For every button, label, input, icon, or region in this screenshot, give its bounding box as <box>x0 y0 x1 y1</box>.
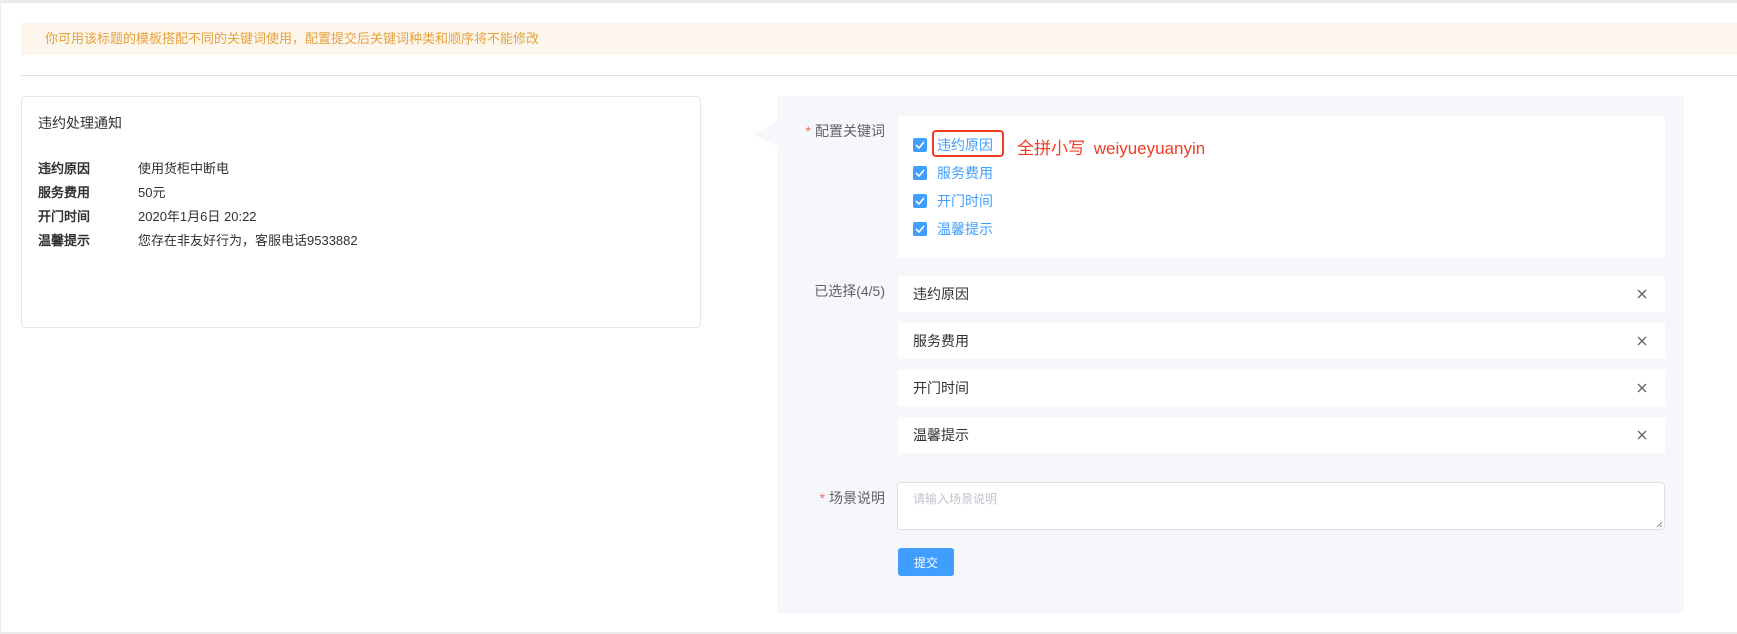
keywords-label-text: 配置关键词 <box>815 123 885 139</box>
checkbox-checked[interactable] <box>913 194 927 208</box>
preview-row-key: 开门时间 <box>38 209 91 224</box>
selected-keyword-label: 违约原因 <box>913 286 969 302</box>
selected-label: 已选择(4/5) <box>814 283 885 299</box>
selected-keyword-label: 温馨提示 <box>913 427 969 443</box>
scene-description-input[interactable] <box>897 482 1665 530</box>
keyword-option-fuwu[interactable]: 服务费用 <box>913 163 993 183</box>
close-icon <box>1637 430 1647 440</box>
keyword-checkbox-group: 违约原因 服务费用 开门时间 温馨提示 <box>898 116 1665 258</box>
notice-banner: 你可用该标题的模板搭配不同的关键词使用，配置提交后关键词种类和顺序将不能修改 <box>21 23 1737 55</box>
window-top-border <box>0 0 1737 3</box>
selected-keyword-item: 开门时间 <box>898 370 1665 406</box>
preview-title: 违约处理通知 <box>38 115 122 131</box>
keyword-option-wenxin[interactable]: 温馨提示 <box>913 219 993 239</box>
window-left-border <box>0 0 1 634</box>
divider <box>21 75 1737 76</box>
keyword-option-label[interactable]: 开门时间 <box>937 191 993 211</box>
preview-row-key: 服务费用 <box>38 185 91 200</box>
scene-label: * 场景说明 <box>775 488 885 508</box>
check-icon <box>915 141 925 149</box>
keyword-option-label[interactable]: 温馨提示 <box>937 219 993 239</box>
selected-keyword-label: 开门时间 <box>913 380 969 396</box>
keywords-label: * 配置关键词 <box>775 121 885 141</box>
close-icon <box>1637 289 1647 299</box>
remove-keyword-button[interactable] <box>1634 427 1650 443</box>
selected-keyword-item: 违约原因 <box>898 276 1665 312</box>
check-icon <box>915 225 925 233</box>
checkbox-checked[interactable] <box>913 222 927 236</box>
checkbox-checked[interactable] <box>913 138 927 152</box>
check-icon <box>915 169 925 177</box>
keyword-option-label[interactable]: 服务费用 <box>937 163 993 183</box>
close-icon <box>1637 336 1647 346</box>
resize-handle-icon[interactable] <box>1656 521 1663 528</box>
preview-row-key: 违约原因 <box>38 161 91 176</box>
selected-keyword-item: 服务费用 <box>898 323 1665 359</box>
selected-keyword-item: 温馨提示 <box>898 417 1665 453</box>
preview-row-key: 温馨提示 <box>38 233 91 248</box>
keyword-option-kaimen[interactable]: 开门时间 <box>913 191 993 211</box>
annotation-highlight-box <box>932 130 1004 157</box>
panel-pointer-arrow <box>753 122 777 146</box>
close-icon <box>1637 383 1647 393</box>
remove-keyword-button[interactable] <box>1634 380 1650 396</box>
remove-keyword-button[interactable] <box>1634 286 1650 302</box>
remove-keyword-button[interactable] <box>1634 333 1650 349</box>
check-icon <box>915 197 925 205</box>
selected-keyword-label: 服务费用 <box>913 333 969 349</box>
checkbox-checked[interactable] <box>913 166 927 180</box>
submit-button[interactable]: 提交 <box>898 548 954 576</box>
preview-row-value: 使用货柜中断电 <box>138 161 230 176</box>
template-preview-card: 违约处理通知 违约原因 使用货柜中断电 服务费用 50元 开门时间 2020年1… <box>21 96 701 328</box>
preview-row-value: 50元 <box>138 185 166 200</box>
preview-row-value: 2020年1月6日 20:22 <box>138 209 257 224</box>
scene-label-text: 场景说明 <box>829 490 885 506</box>
required-mark: * <box>819 490 825 506</box>
annotation-text: 全拼小写 weiyueyuanyin <box>1017 139 1206 158</box>
preview-row-value: 您存在非友好行为，客服电话9533882 <box>138 233 358 248</box>
required-mark: * <box>805 123 811 139</box>
